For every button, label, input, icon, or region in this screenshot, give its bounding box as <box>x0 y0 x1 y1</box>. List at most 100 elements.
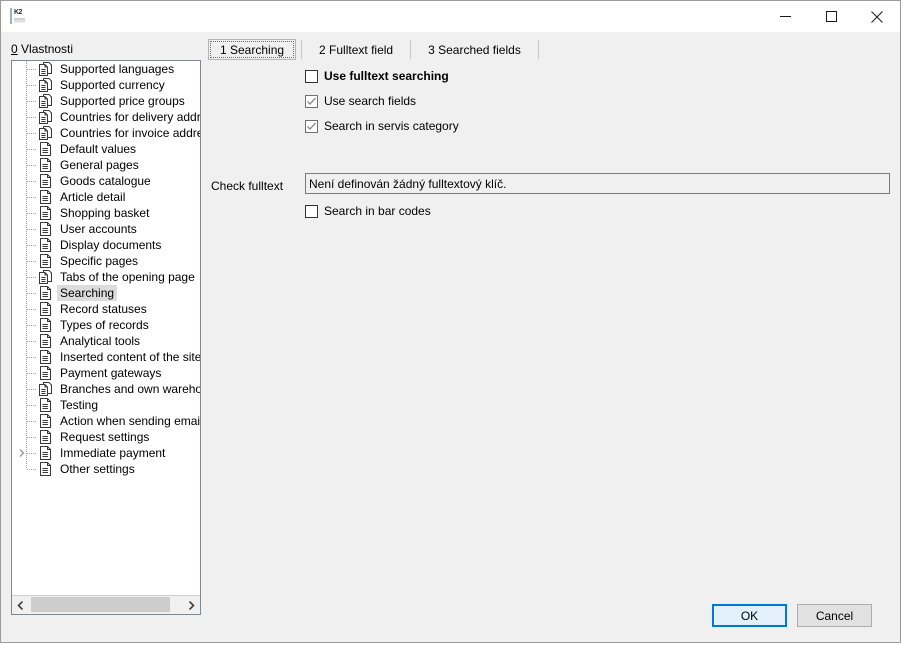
tree-item[interactable]: Countries for invoice addresses <box>12 125 200 141</box>
tree-item[interactable]: Searching <box>12 285 200 301</box>
tab-page-searching: Use fulltext searching Use search fields… <box>206 63 894 615</box>
tree-item[interactable]: Payment gateways <box>12 365 200 381</box>
checkbox-row-search-in-bar-codes[interactable]: Search in bar codes <box>305 204 431 218</box>
tab-separator <box>301 40 303 59</box>
tree-item[interactable]: Types of records <box>12 317 200 333</box>
tree-item-label: Branches and own warehouses <box>60 382 200 396</box>
double-page-icon <box>39 78 52 92</box>
checkbox-row-use-fulltext-searching[interactable]: Use fulltext searching <box>305 69 449 83</box>
tree-elbow-line <box>27 213 36 214</box>
double-page-icon <box>39 110 52 124</box>
tree-elbow-line <box>27 389 36 390</box>
tree-item[interactable]: Supported price groups <box>12 93 200 109</box>
tree-guide-line <box>26 461 27 469</box>
tree-item[interactable]: Other settings <box>12 461 200 477</box>
tree-elbow-line <box>27 101 36 102</box>
tree-item[interactable]: General pages <box>12 157 200 173</box>
properties-tree-panel: Supported languages Supported currency Sup… <box>11 60 201 615</box>
page-icon <box>40 286 51 300</box>
tree-expander-button[interactable] <box>17 448 27 458</box>
search-in-servis-category-checkbox[interactable] <box>305 119 318 133</box>
search-in-servis-category-label: Search in servis category <box>324 119 459 133</box>
tree-elbow-line <box>27 229 36 230</box>
tree-item-label: Request settings <box>60 430 150 444</box>
tree-item[interactable]: Countries for delivery address <box>12 109 200 125</box>
tree-elbow-line <box>27 421 36 422</box>
double-page-icon <box>39 62 52 76</box>
tree-item[interactable]: Analytical tools <box>12 333 200 349</box>
tree-item[interactable]: User accounts <box>12 221 200 237</box>
close-button[interactable] <box>854 1 900 32</box>
maximize-button[interactable] <box>808 1 854 32</box>
tree-item[interactable]: Record statuses <box>12 301 200 317</box>
page-icon <box>39 254 52 268</box>
double-page-icon <box>39 94 52 108</box>
tree-elbow-line <box>27 309 36 310</box>
application-window: K2 0 Vlastnosti Supported languages Supp… <box>0 0 901 643</box>
tree-item-label: Goods catalogue <box>60 174 151 188</box>
double-page-icon <box>39 126 52 140</box>
tree-item[interactable]: Immediate payment <box>12 445 200 461</box>
tree-item[interactable]: Article detail <box>12 189 200 205</box>
tree-item[interactable]: Branches and own warehouses <box>12 381 200 397</box>
page-icon <box>40 254 51 268</box>
tree-elbow-line <box>27 293 36 294</box>
page-icon <box>40 398 51 412</box>
tree-elbow-line <box>27 181 36 182</box>
cancel-button[interactable]: Cancel <box>797 604 872 627</box>
double-page-icon <box>39 78 52 92</box>
page-icon <box>39 190 52 204</box>
page-icon <box>40 222 51 236</box>
tree-item-label: Article detail <box>60 190 126 204</box>
tree-item-label: Immediate payment <box>60 446 166 460</box>
page-icon <box>39 238 52 252</box>
page-icon <box>39 462 52 476</box>
page-icon <box>40 318 51 332</box>
page-icon <box>40 206 51 220</box>
tree-item[interactable]: Testing <box>12 397 200 413</box>
tree-item-label: User accounts <box>60 222 137 236</box>
use-search-fields-checkbox[interactable] <box>305 94 318 108</box>
tab-2[interactable]: 2 Fulltext field <box>307 39 405 60</box>
tree-item[interactable]: Action when sending email <box>12 413 200 429</box>
double-page-icon <box>39 270 52 284</box>
tree-elbow-line <box>27 405 36 406</box>
tree-item[interactable]: Default values <box>12 141 200 157</box>
tree-item-label: Other settings <box>60 462 135 476</box>
tree-item[interactable]: Supported currency <box>12 77 200 93</box>
checkbox-row-use-search-fields[interactable]: Use search fields <box>305 94 416 108</box>
tree-item[interactable]: Supported languages <box>12 61 200 77</box>
tree-item-label: Countries for invoice addresses <box>60 126 200 140</box>
page-icon <box>39 446 52 460</box>
check-fulltext-input[interactable] <box>305 173 890 194</box>
page-icon <box>39 350 52 364</box>
tree-item[interactable]: Goods catalogue <box>12 173 200 189</box>
tree-item[interactable]: Tabs of the opening page <box>12 269 200 285</box>
checkbox-row-search-in-servis-category[interactable]: Search in servis category <box>305 119 459 133</box>
tree-elbow-line <box>27 469 36 470</box>
close-icon <box>871 10 883 23</box>
page-icon <box>39 430 52 444</box>
tab-3[interactable]: 3 Searched fields <box>416 39 533 60</box>
page-icon <box>40 190 51 204</box>
tab-separator <box>410 40 412 59</box>
page-icon <box>40 366 51 380</box>
page-icon <box>40 238 51 252</box>
tree-elbow-line <box>27 133 36 134</box>
page-icon <box>40 350 51 364</box>
search-in-bar-codes-checkbox[interactable] <box>305 204 318 218</box>
minimize-button[interactable] <box>762 1 808 32</box>
tree-item-label: Default values <box>60 142 137 156</box>
tree-elbow-line <box>27 261 36 262</box>
ok-button[interactable]: OK <box>712 604 787 627</box>
properties-tree[interactable]: Supported languages Supported currency Sup… <box>12 61 200 595</box>
tab-1[interactable]: 1 Searching <box>208 39 297 60</box>
page-icon <box>39 158 52 172</box>
tree-item[interactable]: Specific pages <box>12 253 200 269</box>
tree-item[interactable]: Inserted content of the sites <box>12 349 200 365</box>
double-page-icon <box>39 62 52 76</box>
tree-item[interactable]: Request settings <box>12 429 200 445</box>
use-fulltext-searching-checkbox[interactable] <box>305 69 318 83</box>
tree-item[interactable]: Shopping basket <box>12 205 200 221</box>
tree-item[interactable]: Display documents <box>12 237 200 253</box>
